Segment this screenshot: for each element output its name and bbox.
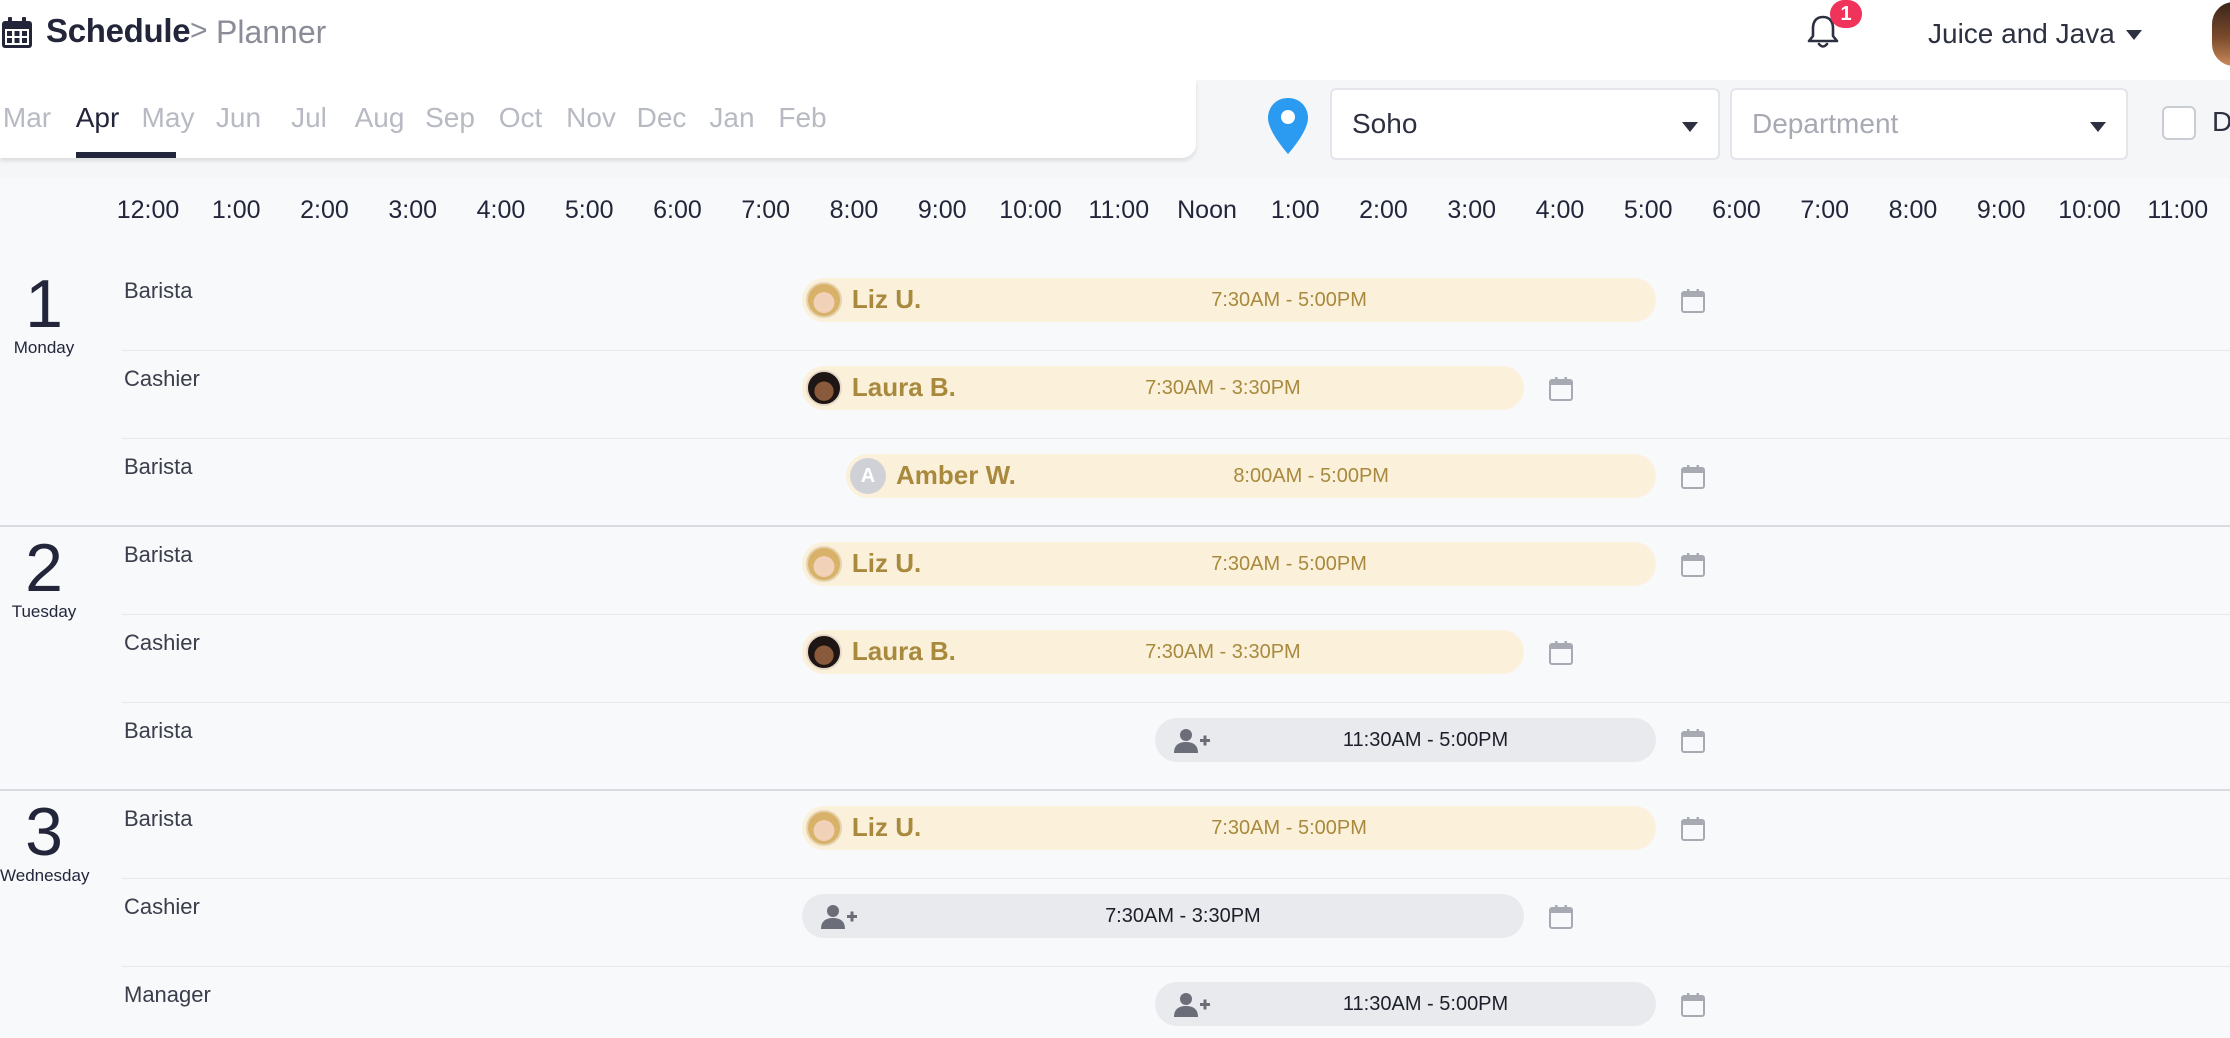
hour-label: 11:00 [1088,196,1150,224]
day-number: 2 [25,530,63,606]
shift-time: 7:30AM - 5:00PM [1211,817,1367,839]
day-name: Wednesday [0,866,90,885]
row-separator [122,350,2230,351]
hour-label: 10:00 [999,196,1062,224]
hour-header: 12:00 1:00 2:00 3:00 4:00 5:00 6:00 7:00 8:00 9:0… [0,178,2230,262]
day-number: 1 [25,266,63,342]
open-shift-bar[interactable]: 7:30AM - 3:30PM [801,894,1524,938]
calendar-icon[interactable] [1680,464,1706,490]
role-label: Cashier [124,894,200,919]
hour-label: 9:00 [1976,196,2026,224]
hour-label: 8:00 [829,196,879,224]
shift-time: 7:30AM - 5:00PM [1211,553,1367,575]
open-shift-bar[interactable]: 11:30AM - 5:00PM [1154,718,1657,762]
calendar-icon[interactable] [1680,288,1706,314]
hour-label: 3:00 [388,196,438,224]
day-name: Tuesday [11,602,77,621]
calendar-icon[interactable] [1548,904,1574,930]
chevron-down-icon [2090,122,2106,132]
filter-checkbox[interactable] [2162,106,2196,140]
shift-bar[interactable]: Laura B. 7:30AM - 3:30PM [801,630,1524,674]
shift-bar[interactable]: Liz U. 7:30AM - 5:00PM [801,806,1657,850]
shift-bar[interactable]: Liz U. 7:30AM - 5:00PM [801,542,1657,586]
shift-time: 11:30AM - 5:00PM [1342,729,1509,751]
department-select-placeholder: Department [1752,108,1899,139]
hour-label: 2:00 [300,196,349,224]
role-label: Barista [124,718,193,743]
calendar-icon[interactable] [1548,640,1574,666]
user-avatar[interactable] [2212,2,2230,66]
shift-time: 7:30AM - 3:30PM [1145,377,1301,399]
hour-label: 5:00 [564,196,614,224]
role-label: Barista [124,278,193,303]
row-separator [122,702,2230,703]
role-label: Cashier [124,366,200,391]
breadcrumb-planner[interactable]: Planner [216,14,326,51]
shift-bar[interactable]: A Amber W. 8:00AM - 5:00PM [846,454,1657,498]
hour-label: 1:00 [211,196,261,224]
hour-label: 10:00 [2058,196,2121,224]
department-select[interactable]: Department [1730,88,2128,160]
role-label: Barista [124,806,193,831]
hour-label: 8:00 [1888,196,1938,224]
app-header: Schedule > Planner 1 Juice and Java [0,0,2230,80]
calendar-icon [2,17,32,48]
shift-time: 7:30AM - 3:30PM [1105,905,1261,927]
day-number: 3 [25,794,63,870]
shift-time: 11:30AM - 5:00PM [1342,993,1509,1015]
hour-label: 7:00 [741,196,791,224]
active-month-indicator [76,152,176,158]
toolbar: Mar Apr May Jun Jul Aug Sep Oct Nov Dec Jan Feb Soh… [0,80,2230,178]
day-name: Monday [13,338,75,357]
hour-label: 6:00 [1712,196,1761,224]
notification-badge: 1 [1830,0,1862,28]
calendar-icon[interactable] [1680,992,1706,1018]
org-selector[interactable]: Juice and Java [1928,18,2115,50]
calendar-icon[interactable] [1548,376,1574,402]
month-tabs: Mar Apr May Jun Jul Aug Sep Oct Nov Dec Jan Feb [0,80,1196,158]
hour-label: 7:00 [1800,196,1850,224]
shift-time: 7:30AM - 3:30PM [1145,641,1301,663]
hour-label: 9:00 [917,196,967,224]
map-pin-icon [1268,98,1308,154]
hour-label: 3:00 [1447,196,1497,224]
hour-label: 2:00 [1359,196,1408,224]
open-shift-bar[interactable]: 11:30AM - 5:00PM [1154,982,1657,1026]
role-label: Barista [124,542,193,567]
calendar-icon[interactable] [1680,816,1706,842]
filter-checkbox-label: D [2212,106,2230,137]
hour-label: 12:00 [116,196,180,224]
day-separator [0,789,2230,791]
caret-down-icon[interactable] [2126,30,2142,40]
location-select-value: Soho [1352,108,1418,139]
calendar-icon[interactable] [1680,552,1706,578]
hour-label: Noon [1177,196,1237,224]
row-separator [122,878,2230,879]
hour-label: 6:00 [653,196,702,224]
hour-label: 5:00 [1623,196,1673,224]
hour-label: 4:00 [476,196,526,224]
month-tab-feb[interactable]: Feb [753,102,853,134]
schedule-grid: 12:00 1:00 2:00 3:00 4:00 5:00 6:00 7:00 8:00 9:0… [0,178,2230,1038]
hour-label: 1:00 [1270,196,1320,224]
hour-label: 4:00 [1535,196,1585,224]
shift-time: 8:00AM - 5:00PM [1233,465,1389,487]
location-select[interactable]: Soho [1330,88,1720,160]
shift-time: 7:30AM - 5:00PM [1211,289,1367,311]
hour-label: 11:00 [2147,196,2209,224]
calendar-icon[interactable] [1680,728,1706,754]
day-separator [0,525,2230,527]
role-label: Cashier [124,630,200,655]
shift-bar[interactable]: Laura B. 7:30AM - 3:30PM [801,366,1524,410]
row-separator [122,966,2230,967]
row-separator [122,614,2230,615]
page-title: Schedule [46,12,191,49]
role-label: Manager [124,982,211,1007]
role-label: Barista [124,454,193,479]
chevron-down-icon [1682,122,1698,132]
row-separator [122,438,2230,439]
shift-bar[interactable]: Liz U. 7:30AM - 5:00PM [801,278,1657,322]
breadcrumb-separator: > [190,14,208,47]
